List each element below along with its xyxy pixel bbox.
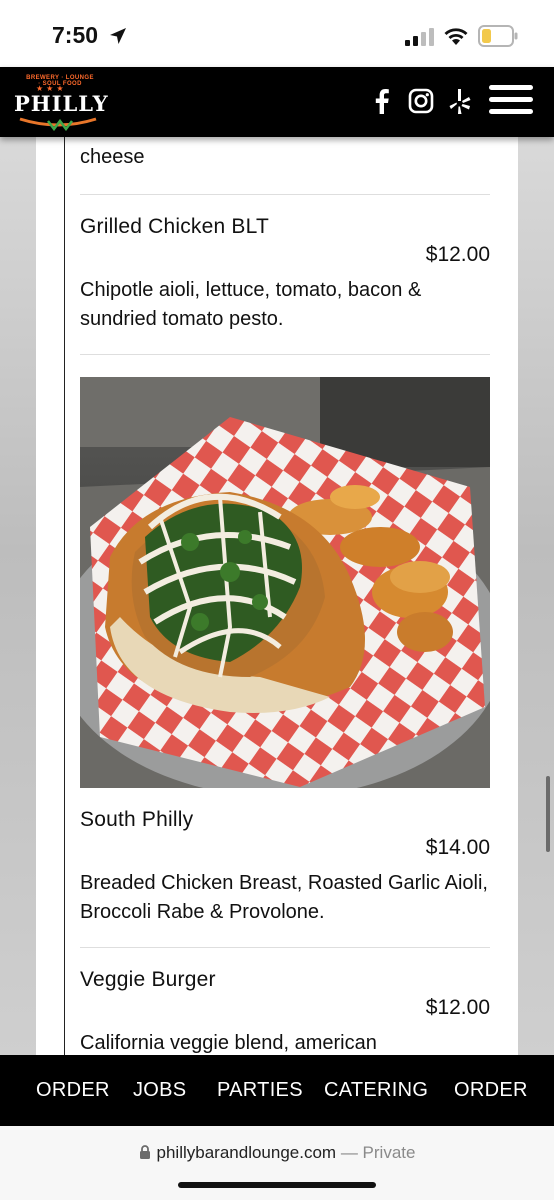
philly-logo[interactable]: BREWERY · LOUNGE · SOUL FOOD ★★★ PHILLY: [12, 75, 108, 133]
previous-item-description-partial: cheese: [80, 146, 145, 168]
menu-item-title: Grilled Chicken BLT: [80, 215, 269, 238]
logo-swoosh-icon: [19, 117, 97, 131]
status-bar: 7:50: [0, 0, 554, 67]
lock-icon: [139, 1145, 150, 1159]
menu-item-description: Chipotle aioli, lettuce, tomato, bacon &…: [80, 279, 422, 330]
menu-item-description: Breaded Chicken Breast, Roasted Garlic A…: [80, 872, 488, 923]
menu-content: cheese Grilled Chicken BLT $12.00 Chipot…: [36, 137, 518, 1055]
yelp-icon[interactable]: [448, 87, 472, 115]
cellular-signal-icon: [405, 28, 434, 46]
menu-item-title: Veggie Burger: [80, 968, 216, 991]
wifi-icon: [444, 28, 468, 45]
menu-item-price: $12.00: [425, 243, 490, 266]
battery-icon: [478, 25, 518, 47]
hamburger-menu-icon[interactable]: [489, 85, 533, 119]
nav-order[interactable]: ORDER: [36, 1079, 110, 1102]
content-left-rule: [64, 137, 65, 1055]
nav-order-2[interactable]: ORDER: [454, 1079, 528, 1102]
nav-catering[interactable]: CATERING: [324, 1079, 428, 1102]
menu-divider: [80, 947, 490, 948]
logo-wordmark: PHILLY: [14, 91, 109, 116]
menu-item-description: California veggie blend, american: [80, 1032, 377, 1054]
bottom-nav: ORDER JOBS PARTIES CATERING ORDER: [0, 1055, 554, 1126]
url-display[interactable]: phillybarandlounge.com — Private: [0, 1143, 554, 1163]
location-arrow-icon: [110, 28, 126, 44]
instagram-icon[interactable]: [408, 87, 434, 115]
nav-parties[interactable]: PARTIES: [217, 1079, 303, 1102]
scroll-indicator[interactable]: [546, 776, 550, 852]
background-image-right: [518, 137, 554, 1055]
home-indicator[interactable]: [178, 1182, 376, 1188]
menu-divider: [80, 194, 490, 195]
status-time: 7:50: [52, 22, 99, 48]
menu-item-price: $14.00: [425, 836, 490, 859]
url-text: phillybarandlounge.com: [156, 1143, 337, 1162]
browser-address-bar[interactable]: phillybarandlounge.com — Private: [0, 1126, 554, 1200]
private-label: Private: [362, 1143, 416, 1162]
background-image-left: [0, 137, 36, 1055]
url-separator: —: [340, 1143, 358, 1162]
menu-item-title: South Philly: [80, 808, 194, 831]
menu-item-price: $12.00: [425, 996, 490, 1019]
menu-divider: [80, 354, 490, 355]
site-header: BREWERY · LOUNGE · SOUL FOOD ★★★ PHILLY: [0, 67, 554, 137]
food-illustration: [80, 377, 490, 788]
nav-jobs[interactable]: JOBS: [133, 1079, 186, 1102]
south-philly-sandwich-photo: [80, 377, 490, 788]
facebook-icon[interactable]: [370, 87, 392, 115]
